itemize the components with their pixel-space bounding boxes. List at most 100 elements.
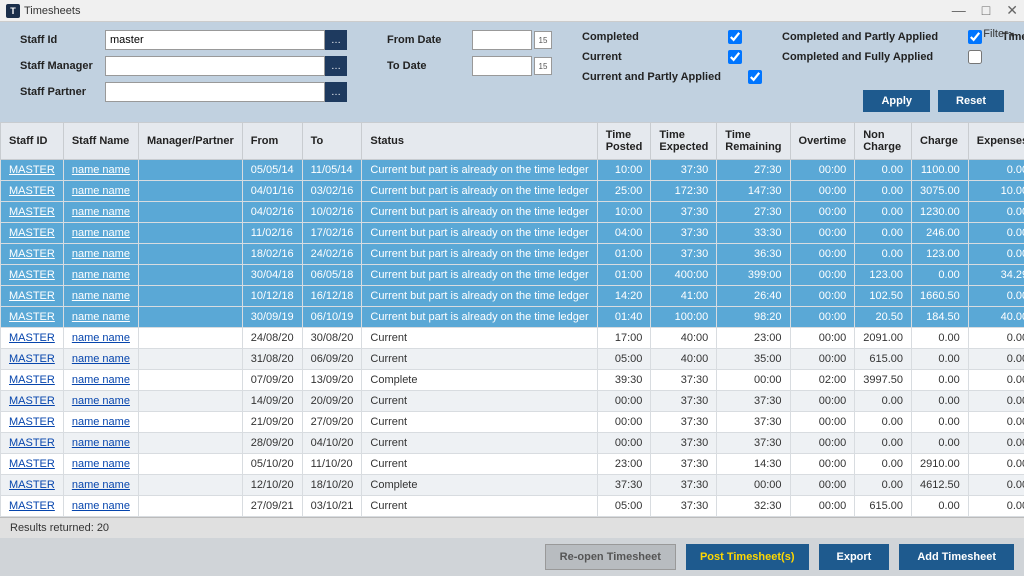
table-row[interactable]: MASTERname name30/09/1906/10/19Current b… — [1, 307, 1024, 328]
staff-id-lookup-button[interactable]: … — [325, 30, 347, 50]
staff-id-link[interactable]: MASTER — [9, 458, 55, 470]
from-date-input[interactable] — [472, 30, 532, 50]
column-header[interactable]: Time Remaining — [717, 123, 790, 160]
table-row[interactable]: MASTERname name14/09/2020/09/20Current00… — [1, 391, 1024, 412]
staff-name-link[interactable]: name name — [72, 311, 130, 323]
maximize-icon[interactable]: □ — [982, 2, 990, 19]
staff-id-link[interactable]: MASTER — [9, 437, 55, 449]
staff-id-link[interactable]: MASTER — [9, 164, 55, 176]
column-header[interactable]: Staff Name — [63, 123, 138, 160]
staff-id-link[interactable]: MASTER — [9, 416, 55, 428]
staff-id-link[interactable]: MASTER — [9, 185, 55, 197]
staff-name-link[interactable]: name name — [72, 332, 130, 344]
close-icon[interactable]: ✕ — [1006, 2, 1018, 19]
reset-button[interactable]: Reset — [938, 90, 1004, 112]
completed-fully-checkbox[interactable] — [968, 50, 982, 64]
staff-name-link[interactable]: name name — [72, 227, 130, 239]
staff-id-link[interactable]: MASTER — [9, 269, 55, 281]
staff-partner-label: Staff Partner — [20, 86, 95, 98]
minimize-icon[interactable]: — — [952, 2, 966, 19]
staff-name-link[interactable]: name name — [72, 500, 130, 512]
filter-toggle[interactable]: Filter — [983, 28, 1014, 40]
staff-name-link[interactable]: name name — [72, 374, 130, 386]
staff-id-link[interactable]: MASTER — [9, 311, 55, 323]
post-timesheets-button[interactable]: Post Timesheet(s) — [686, 544, 809, 570]
table-row[interactable]: MASTERname name05/10/2011/10/20Current23… — [1, 454, 1024, 475]
staff-manager-lookup-button[interactable]: … — [325, 56, 347, 76]
to-date-calendar-icon[interactable]: 15 — [534, 57, 552, 75]
column-header[interactable]: Time Posted — [597, 123, 651, 160]
table-row[interactable]: MASTERname name21/09/2027/09/20Current00… — [1, 412, 1024, 433]
staff-name-link[interactable]: name name — [72, 206, 130, 218]
staff-name-link[interactable]: name name — [72, 269, 130, 281]
staff-id-link[interactable]: MASTER — [9, 227, 55, 239]
timesheets-table: Staff IDStaff NameManager/PartnerFromToS… — [0, 122, 1024, 517]
column-header[interactable]: From — [242, 123, 302, 160]
table-row[interactable]: MASTERname name24/08/2030/08/20Current17… — [1, 328, 1024, 349]
column-header[interactable]: Time Expected — [651, 123, 717, 160]
column-header[interactable]: Non Charge — [855, 123, 912, 160]
staff-id-link[interactable]: MASTER — [9, 332, 55, 344]
staff-id-link[interactable]: MASTER — [9, 374, 55, 386]
current-checkbox[interactable] — [728, 50, 742, 64]
staff-manager-input[interactable] — [105, 56, 325, 76]
completed-fully-label: Completed and Fully Applied — [782, 51, 962, 63]
completed-partly-checkbox[interactable] — [968, 30, 982, 44]
staff-name-link[interactable]: name name — [72, 164, 130, 176]
staff-partner-input[interactable] — [105, 82, 325, 102]
column-header[interactable]: Overtime — [790, 123, 855, 160]
staff-partner-lookup-button[interactable]: … — [325, 82, 347, 102]
results-count: Results returned: 20 — [10, 522, 109, 534]
table-row[interactable]: MASTERname name30/04/1806/05/18Current b… — [1, 265, 1024, 286]
to-date-input[interactable] — [472, 56, 532, 76]
column-header[interactable]: To — [302, 123, 362, 160]
staff-name-link[interactable]: name name — [72, 185, 130, 197]
from-date-label: From Date — [387, 34, 462, 46]
filter-panel: Filter Staff Id … Staff Manager … Staff … — [0, 22, 1024, 122]
staff-id-link[interactable]: MASTER — [9, 353, 55, 365]
export-button[interactable]: Export — [819, 544, 890, 570]
completed-label: Completed — [582, 31, 722, 43]
column-header[interactable]: Manager/Partner — [138, 123, 242, 160]
staff-id-input[interactable] — [105, 30, 325, 50]
to-date-label: To Date — [387, 60, 462, 72]
staff-name-link[interactable]: name name — [72, 416, 130, 428]
column-header[interactable]: Charge — [912, 123, 969, 160]
action-bar: Re-open Timesheet Post Timesheet(s) Expo… — [0, 538, 1024, 576]
staff-name-link[interactable]: name name — [72, 248, 130, 260]
column-header[interactable]: Staff ID — [1, 123, 64, 160]
current-partly-checkbox[interactable] — [748, 70, 762, 84]
staff-id-link[interactable]: MASTER — [9, 206, 55, 218]
table-row[interactable]: MASTERname name10/12/1816/12/18Current b… — [1, 286, 1024, 307]
column-header[interactable]: Status — [362, 123, 597, 160]
completed-checkbox[interactable] — [728, 30, 742, 44]
completed-partly-label: Completed and Partly Applied — [782, 31, 962, 43]
table-row[interactable]: MASTERname name31/08/2006/09/20Current05… — [1, 349, 1024, 370]
staff-name-link[interactable]: name name — [72, 479, 130, 491]
staff-id-link[interactable]: MASTER — [9, 395, 55, 407]
add-timesheet-button[interactable]: Add Timesheet — [899, 544, 1014, 570]
staff-id-link[interactable]: MASTER — [9, 500, 55, 512]
staff-name-link[interactable]: name name — [72, 353, 130, 365]
staff-name-link[interactable]: name name — [72, 290, 130, 302]
staff-id-link[interactable]: MASTER — [9, 248, 55, 260]
table-row[interactable]: MASTERname name12/10/2018/10/20Complete3… — [1, 475, 1024, 496]
table-row[interactable]: MASTERname name05/05/1411/05/14Current b… — [1, 160, 1024, 181]
apply-button[interactable]: Apply — [863, 90, 930, 112]
staff-name-link[interactable]: name name — [72, 437, 130, 449]
table-row[interactable]: MASTERname name18/02/1624/02/16Current b… — [1, 244, 1024, 265]
staff-name-link[interactable]: name name — [72, 458, 130, 470]
table-row[interactable]: MASTERname name07/09/2013/09/20Complete3… — [1, 370, 1024, 391]
staff-id-link[interactable]: MASTER — [9, 479, 55, 491]
table-row[interactable]: MASTERname name04/01/1603/02/16Current b… — [1, 181, 1024, 202]
staff-manager-label: Staff Manager — [20, 60, 95, 72]
staff-id-link[interactable]: MASTER — [9, 290, 55, 302]
table-row[interactable]: MASTERname name04/02/1610/02/16Current b… — [1, 202, 1024, 223]
from-date-calendar-icon[interactable]: 15 — [534, 31, 552, 49]
table-row[interactable]: MASTERname name28/09/2004/10/20Current00… — [1, 433, 1024, 454]
staff-name-link[interactable]: name name — [72, 395, 130, 407]
table-row[interactable]: MASTERname name27/09/2103/10/21Current05… — [1, 496, 1024, 517]
column-header[interactable]: Expenses — [968, 123, 1024, 160]
reopen-timesheet-button[interactable]: Re-open Timesheet — [545, 544, 676, 570]
table-row[interactable]: MASTERname name11/02/1617/02/16Current b… — [1, 223, 1024, 244]
